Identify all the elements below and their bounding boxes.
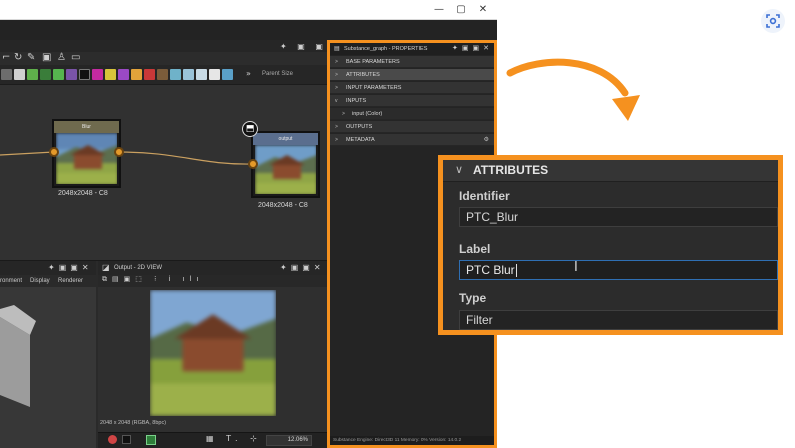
3d-view-viewport[interactable] — [0, 287, 96, 448]
section-label: ATTRIBUTES — [346, 72, 380, 78]
3d-cube-preview — [0, 305, 36, 407]
chevron-right-icon: > — [335, 85, 338, 91]
output-input-port[interactable] — [248, 159, 258, 169]
chevron-right-icon: > — [335, 59, 338, 65]
3d-view-header: ✦▣▣✕ — [0, 261, 96, 275]
2d-view-image — [150, 290, 276, 416]
blur-node-caption: 2048x2048 - C8 — [58, 190, 108, 197]
type-field[interactable]: Filter — [459, 310, 778, 330]
minimize-button[interactable]: — — [432, 3, 446, 17]
blur-node-thumbnail — [56, 133, 117, 184]
label-field[interactable]: PTC Blur — [459, 260, 778, 280]
engine-status-bar: Substance Engine: Direct3D 11 Memory: 0%… — [330, 436, 494, 445]
callout-section-header[interactable]: ∨ ATTRIBUTES — [443, 160, 778, 182]
properties-panel-buttons[interactable]: ✦▣▣✕ — [452, 43, 493, 55]
3d-view-panel-buttons[interactable]: ✦▣▣✕ — [48, 261, 93, 275]
output-node-thumbnail — [255, 145, 316, 194]
gear-icon[interactable]: ⚙ — [484, 134, 489, 146]
screen: — ▢ ✕ ✦ ▣ ▣ ✕ ⌐ ↻ ✎ ▣ ♙ ▭ — [0, 0, 795, 448]
section-input-parameters[interactable]: > INPUT PARAMETERS — [330, 82, 494, 94]
channel-color-icon[interactable] — [108, 435, 117, 444]
section-label: INPUTS — [346, 98, 367, 104]
curved-arrow-icon — [506, 58, 640, 121]
2d-view-panel-buttons[interactable]: ✦▣▣✕ — [280, 261, 325, 275]
identifier-label: Identifier — [459, 189, 510, 203]
output-node-icon: ⬒ — [242, 121, 258, 137]
output-node-title: output — [253, 133, 318, 145]
chevron-down-icon: ∨ — [455, 163, 464, 176]
section-inputs[interactable]: v INPUTS — [330, 95, 494, 107]
blur-node-title: Blur — [54, 121, 119, 133]
blur-node[interactable]: Blur — [52, 119, 121, 188]
type-label: Type — [459, 291, 487, 305]
chevron-right-icon: > — [342, 111, 345, 117]
input-label: input (Color) — [352, 111, 383, 117]
attributes-zoom-callout: ∨ ATTRIBUTES Identifier PTC_Blur Label P… — [438, 155, 783, 335]
identifier-field[interactable]: PTC_Blur — [459, 207, 778, 227]
tab-renderer[interactable]: Renderer — [58, 275, 83, 287]
2d-view-statusbar: ▦ T. ⊹ ◂ 12.06% — [98, 432, 327, 448]
2d-view-tool-icons[interactable]: ⧉▤▣⬚ ⁝ i ılı — [102, 275, 204, 284]
label-value: PTC Blur — [466, 263, 515, 277]
2d-view-image-info: 2048 x 2048 (RGBA, 8bpc) — [100, 420, 167, 426]
bottom-panels: ✦▣▣✕ ronment Display Renderer ◪ Output -… — [0, 260, 327, 448]
tiling-icon[interactable] — [146, 435, 156, 445]
visual-search-button[interactable] — [761, 9, 785, 33]
ibeam-cursor-icon: I — [574, 260, 578, 275]
blur-output-port[interactable] — [114, 147, 124, 157]
properties-header: ▤ Substance_graph - PROPERTIES ✦▣▣✕ — [330, 43, 494, 55]
window-titlebar: — ▢ ✕ — [0, 0, 497, 20]
2d-view-viewport[interactable]: ⧉▤▣⬚ ⁝ i ılı 2048 x 2048 (RGBA, 8bpc) — [98, 275, 327, 448]
section-label: BASE PARAMETERS — [346, 59, 400, 65]
tab-environment[interactable]: ronment — [0, 275, 22, 287]
menu-bar — [0, 20, 497, 40]
chevron-right-icon: > — [335, 124, 338, 130]
graph-view[interactable]: ✦ ▣ ▣ ✕ ⌐ ↻ ✎ ▣ ♙ ▭ — [0, 40, 327, 260]
section-attributes[interactable]: > ATTRIBUTES — [330, 69, 494, 81]
section-metadata[interactable]: > METADATA ⚙ — [330, 134, 494, 146]
chevron-right-icon: > — [335, 137, 338, 143]
camera-scan-icon — [766, 14, 780, 28]
2d-view-title: Output - 2D VIEW — [114, 265, 163, 271]
chevron-right-icon: > — [335, 72, 338, 78]
section-label: METADATA — [346, 137, 375, 143]
properties-title: Substance_graph - PROPERTIES — [344, 46, 428, 52]
tab-display[interactable]: Display — [30, 275, 50, 287]
output-node[interactable]: output — [251, 131, 320, 198]
blur-input-port[interactable] — [49, 147, 59, 157]
chevron-down-icon: v — [335, 98, 338, 104]
2d-view-toolbar: ⧉▤▣⬚ ⁝ i ılı — [98, 275, 327, 287]
callout-section-title: ATTRIBUTES — [473, 163, 549, 177]
maximize-button[interactable]: ▢ — [454, 3, 468, 17]
close-button[interactable]: ✕ — [476, 3, 490, 17]
identifier-value: PTC_Blur — [466, 210, 519, 224]
output-node-caption: 2048x2048 - C8 — [258, 202, 308, 209]
2d-view-header: ◪ Output - 2D VIEW ✦▣▣✕ — [98, 261, 327, 275]
document-icon: ▤ — [334, 46, 340, 52]
section-label: INPUT PARAMETERS — [346, 85, 402, 91]
section-outputs[interactable]: > OUTPUTS — [330, 121, 494, 133]
3d-view-tabs: ronment Display Renderer — [0, 275, 96, 287]
2d-view-icon: ◪ — [102, 263, 110, 272]
label-label: Label — [459, 242, 491, 256]
input-color-item[interactable]: > input (Color) — [330, 108, 494, 120]
channel-alpha-icon[interactable] — [122, 435, 131, 444]
zoom-field[interactable]: 12.06% — [266, 435, 312, 446]
substance-designer-window: — ▢ ✕ ✦ ▣ ▣ ✕ ⌐ ↻ ✎ ▣ ♙ ▭ — [0, 0, 497, 448]
section-base-parameters[interactable]: > BASE PARAMETERS — [330, 56, 494, 68]
text-caret — [515, 264, 517, 278]
type-value: Filter — [466, 313, 493, 327]
section-label: OUTPUTS — [346, 124, 373, 130]
